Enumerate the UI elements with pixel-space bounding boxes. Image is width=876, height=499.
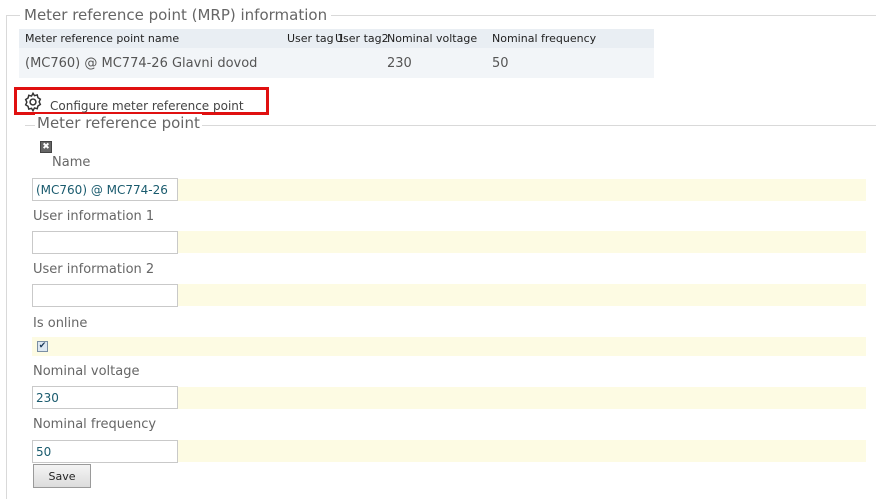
name-label: Name xyxy=(52,155,91,170)
is-online-checkbox[interactable]: ✔ xyxy=(37,341,48,352)
table-header-row: Meter reference point name User tag 1 Us… xyxy=(19,29,654,48)
user-info-1-input[interactable] xyxy=(32,231,178,254)
user-info-2-input[interactable] xyxy=(32,284,178,307)
name-input[interactable] xyxy=(32,178,178,201)
col-header-user-tag-1: User tag 1 xyxy=(287,32,345,45)
save-button[interactable]: Save xyxy=(33,464,91,488)
col-header-user-tag-2: User tag2 xyxy=(335,32,389,45)
col-header-nominal-frequency: Nominal frequency xyxy=(492,32,597,45)
cell-name: (MC760) @ MC774-26 Glavni dovod xyxy=(25,55,258,71)
close-icon[interactable]: ✖ xyxy=(40,141,52,153)
configure-mrp-link[interactable]: Configure meter reference point xyxy=(50,99,244,113)
gear-icon[interactable] xyxy=(22,91,44,113)
mrp-legend: Meter reference point (MRP) information xyxy=(20,6,332,24)
mrp-info-table: Meter reference point name User tag 1 Us… xyxy=(19,29,654,78)
col-header-name: Meter reference point name xyxy=(25,32,180,45)
nominal-voltage-label: Nominal voltage xyxy=(33,364,140,379)
user-info-1-label: User information 1 xyxy=(33,209,155,224)
form-legend: Meter reference point xyxy=(35,114,202,132)
is-online-row-highlight xyxy=(32,337,866,356)
cell-nominal-voltage: 230 xyxy=(387,55,412,71)
outer-frame-left xyxy=(6,15,7,499)
nominal-frequency-input[interactable] xyxy=(32,440,178,463)
nominal-voltage-input[interactable] xyxy=(32,386,178,409)
cell-nominal-frequency: 50 xyxy=(492,55,509,71)
user-info-2-label: User information 2 xyxy=(33,262,155,277)
col-header-nominal-voltage: Nominal voltage xyxy=(387,32,478,45)
nominal-frequency-label: Nominal frequency xyxy=(33,417,157,432)
is-online-label: Is online xyxy=(33,316,88,331)
table-row: (MC760) @ MC774-26 Glavni dovod 230 50 xyxy=(19,48,654,78)
